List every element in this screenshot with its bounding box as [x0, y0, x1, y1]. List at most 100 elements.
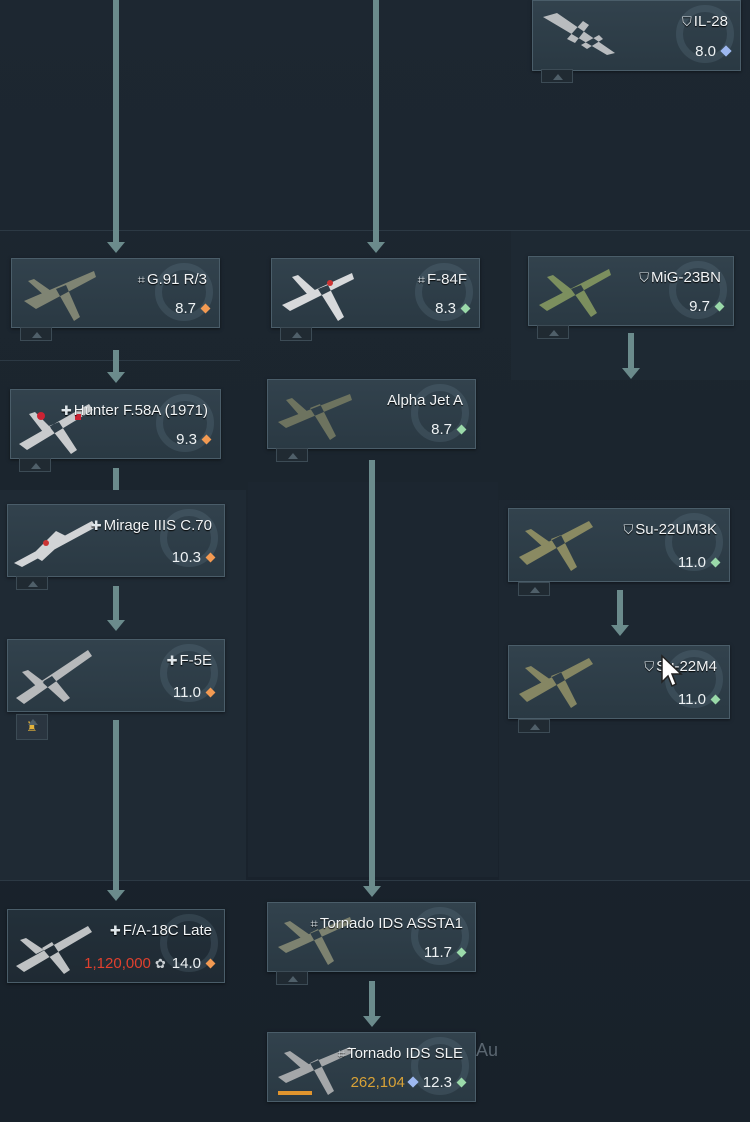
expand-tab[interactable] [537, 325, 569, 339]
expand-tab[interactable] [276, 448, 308, 462]
battle-rating: 11.0 [172, 684, 201, 701]
vehicle-name: Tornado IDS SLE [347, 1045, 463, 1062]
battle-rating: 11.7 [423, 944, 452, 961]
tree-arrow-head [363, 1016, 381, 1027]
battle-rating: 11.0 [677, 691, 706, 708]
battle-rating: 8.7 [431, 421, 452, 438]
aircraft-icon [282, 273, 354, 321]
ussr-icon: ⛉ [623, 522, 634, 537]
germany-icon: ⌗ [337, 1046, 346, 1061]
divider [0, 360, 240, 361]
expand-tab[interactable] [20, 327, 52, 341]
germany-icon: ⌗ [137, 272, 145, 287]
battle-rating: 11.0 [677, 554, 706, 571]
diamond-icon [710, 557, 721, 568]
expand-tab[interactable] [19, 458, 51, 472]
vehicle-card-su22um3k[interactable]: ⛉ Su-22UM3K 11.0 [508, 508, 730, 582]
vehicle-name: F-5E [179, 652, 212, 669]
vehicle-name: Alpha Jet A [387, 392, 463, 409]
crew-slot-icon[interactable]: ♜ [16, 714, 48, 740]
shield-icon [720, 45, 732, 57]
tree-arrow-head [367, 242, 385, 253]
tree-arrow-head [622, 368, 640, 379]
tree-arrow [373, 0, 379, 242]
shield-icon [407, 1076, 419, 1088]
vehicle-name: G.91 R/3 [146, 271, 207, 288]
battle-rating: 9.7 [689, 298, 710, 315]
diamond-icon [456, 947, 467, 958]
vehicle-card-tornado-sle[interactable]: ⌗ Tornado IDS SLE 262,104 12.3 [267, 1032, 476, 1102]
switzerland-icon: ✚ [90, 518, 102, 533]
tree-arrow [617, 590, 623, 625]
diamond-icon [714, 301, 725, 312]
vehicle-name: F/A-18C Late [122, 922, 212, 939]
switzerland-icon: ✚ [60, 403, 72, 418]
switzerland-icon: ✚ [166, 653, 178, 668]
switzerland-icon: ✚ [109, 923, 121, 938]
tree-arrow-head [107, 890, 125, 901]
battle-rating: 8.3 [435, 300, 456, 317]
expand-tab[interactable] [518, 582, 550, 596]
tree-arrow [113, 0, 119, 242]
battle-rating: 10.3 [171, 549, 201, 566]
expand-tab[interactable] [541, 69, 573, 83]
tree-arrow-head [611, 625, 629, 636]
vehicle-card-g91[interactable]: ⌗ G.91 R/3 8.7 [11, 258, 220, 328]
aircraft-icon [24, 271, 96, 321]
diamond-icon [200, 303, 211, 314]
aircraft-icon [16, 650, 92, 704]
diamond-icon [710, 694, 721, 705]
aircraft-icon [543, 13, 615, 55]
vehicle-card-f5e[interactable]: ✚ F-5E 11.0 [7, 639, 225, 712]
vehicle-card-tornado-assta1[interactable]: ⌗ Tornado IDS ASSTA1 11.7 [267, 902, 476, 972]
vehicle-name: Hunter F.58A (1971) [73, 402, 208, 419]
aircraft-icon [519, 658, 593, 708]
vehicle-name: MiG-23BN [650, 269, 721, 286]
ussr-icon: ⛉ [644, 659, 655, 674]
vehicle-name: IL-28 [693, 13, 728, 30]
tree-arrow [113, 720, 119, 890]
tree-arrow [369, 981, 375, 1017]
ussr-icon: ⛉ [639, 270, 649, 285]
diamond-icon [201, 434, 212, 445]
vehicle-card-fa18c[interactable]: ✚ F/A-18C Late 1,120,000 ✿ 14.0 [7, 909, 225, 983]
diamond-icon [456, 424, 467, 435]
vehicle-card-alphajet[interactable]: Alpha Jet A 8.7 [267, 379, 476, 449]
expand-tab[interactable] [280, 327, 312, 341]
battle-rating: 12.3 [422, 1074, 452, 1091]
expand-tab[interactable] [16, 576, 48, 590]
diamond-icon [205, 958, 216, 969]
vehicle-card-su22m4[interactable]: ⛉ Su-22M4 11.0 [508, 645, 730, 719]
vehicle-name: Mirage IIIS C.70 [103, 517, 212, 534]
expand-tab[interactable] [518, 719, 550, 733]
research-cost: 262,104 [350, 1074, 405, 1091]
aircraft-icon [519, 521, 593, 571]
vehicle-card-mig23bn[interactable]: ⛉ MiG-23BN 9.7 [528, 256, 734, 326]
mouse-cursor-icon [661, 654, 683, 688]
tree-arrow [369, 460, 375, 888]
battle-rating: 9.3 [176, 431, 197, 448]
vehicle-card-hunter[interactable]: ✚ Hunter F.58A (1971) 9.3 [10, 389, 221, 459]
ghost-text: Au [476, 1040, 499, 1060]
crew-icon: ♜ [26, 719, 38, 734]
diamond-icon [205, 552, 216, 563]
aircraft-icon [539, 269, 611, 317]
vehicle-card-il28[interactable]: ⛉ IL-28 8.0 [532, 0, 741, 71]
research-points-icon: ✿ [154, 956, 166, 971]
tree-arrow-head [107, 620, 125, 631]
battle-rating: 14.0 [171, 955, 201, 972]
aircraft-icon [14, 521, 96, 567]
germany-icon: ⌗ [417, 272, 425, 287]
diamond-icon [460, 303, 471, 314]
vehicle-card-mirage[interactable]: ✚ Mirage IIIS C.70 10.3 [7, 504, 225, 577]
diamond-icon [456, 1077, 467, 1088]
expand-tab[interactable] [276, 971, 308, 985]
tree-arrow [628, 333, 634, 368]
tree-arrow-head [107, 242, 125, 253]
tree-arrow-head [363, 886, 381, 897]
battle-rating: 8.0 [695, 43, 716, 60]
tree-arrow [113, 586, 119, 621]
vehicle-name: Su-22UM3K [635, 521, 717, 538]
germany-icon: ⌗ [310, 916, 318, 931]
vehicle-card-f84f[interactable]: ⌗ F-84F 8.3 [271, 258, 480, 328]
